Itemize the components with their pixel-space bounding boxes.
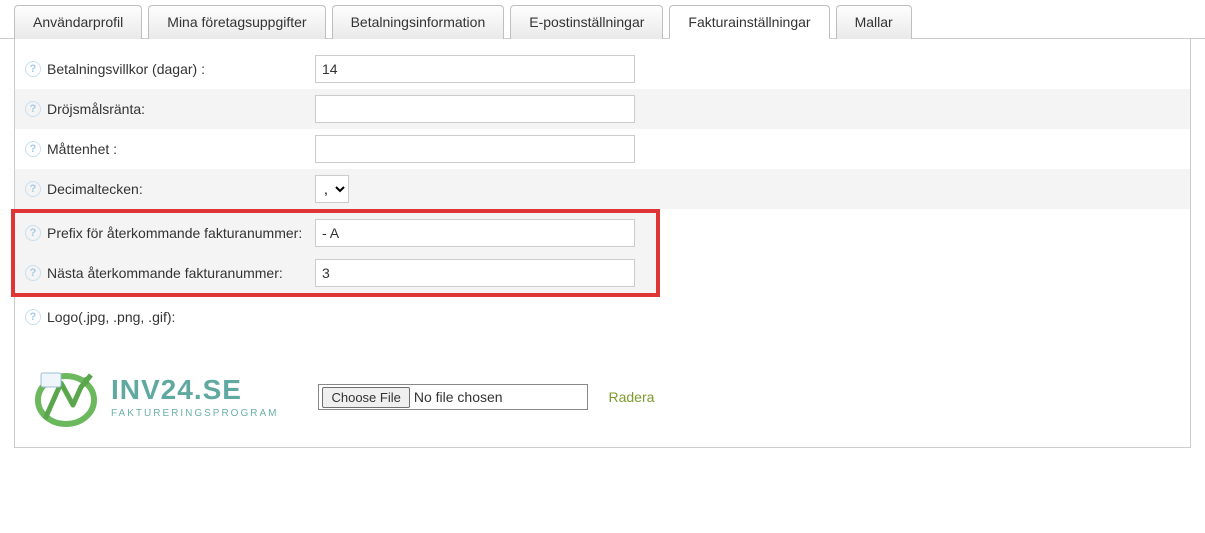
input-payment-terms[interactable] xyxy=(315,55,635,83)
row-logo-label: ? Logo(.jpg, .png, .gif): xyxy=(15,297,1190,337)
row-prefix: ? Prefix för återkommande fakturanummer: xyxy=(15,213,656,253)
help-icon[interactable]: ? xyxy=(25,181,41,197)
input-next-number[interactable] xyxy=(315,259,635,287)
input-unit[interactable] xyxy=(315,135,635,163)
tab-invoice-settings[interactable]: Fakturainställningar xyxy=(669,5,829,39)
row-next-number: ? Nästa återkommande fakturanummer: xyxy=(15,253,656,293)
tab-email-settings[interactable]: E-postinställningar xyxy=(510,5,663,39)
choose-file-button[interactable]: Choose File xyxy=(322,387,409,408)
label-logo: Logo(.jpg, .png, .gif): xyxy=(47,308,315,326)
logo-preview: INV24.SE FAKTURERINGSPROGRAM xyxy=(31,367,278,427)
tabs-bar: Användarprofil Mina företagsuppgifter Be… xyxy=(0,0,1205,39)
help-icon[interactable]: ? xyxy=(25,225,41,241)
label-next-number: Nästa återkommande fakturanummer: xyxy=(47,264,315,282)
logo-subtitle: FAKTURERINGSPROGRAM xyxy=(111,408,278,419)
select-decimal-separator[interactable]: , xyxy=(315,175,349,203)
row-decimal-separator: ? Decimaltecken: , xyxy=(15,169,1190,209)
label-payment-terms: Betalningsvillkor (dagar) : xyxy=(47,60,315,78)
highlighted-section: ? Prefix för återkommande fakturanummer:… xyxy=(11,209,660,297)
file-input-widget[interactable]: Choose File No file chosen xyxy=(318,384,588,410)
help-icon[interactable]: ? xyxy=(25,265,41,281)
label-decimal-separator: Decimaltecken: xyxy=(47,180,315,198)
form-panel: ? Betalningsvillkor (dagar) : ? Dröjsmål… xyxy=(14,39,1191,448)
file-status-text: No file chosen xyxy=(414,389,513,405)
label-prefix: Prefix för återkommande fakturanummer: xyxy=(47,224,315,242)
row-payment-terms: ? Betalningsvillkor (dagar) : xyxy=(15,49,1190,89)
tab-templates[interactable]: Mallar xyxy=(836,5,912,39)
row-unit: ? Måttenhet : xyxy=(15,129,1190,169)
row-late-interest: ? Dröjsmålsränta: xyxy=(15,89,1190,129)
input-prefix[interactable] xyxy=(315,219,635,247)
help-icon[interactable]: ? xyxy=(25,309,41,325)
delete-logo-link[interactable]: Radera xyxy=(608,389,654,405)
label-unit: Måttenhet : xyxy=(47,140,315,158)
input-late-interest[interactable] xyxy=(315,95,635,123)
tab-company-info[interactable]: Mina företagsuppgifter xyxy=(148,5,325,39)
help-icon[interactable]: ? xyxy=(25,101,41,117)
logo-title: INV24.SE xyxy=(111,376,278,404)
tab-user-profile[interactable]: Användarprofil xyxy=(14,5,142,39)
label-late-interest: Dröjsmålsränta: xyxy=(47,100,315,118)
tab-payment-info[interactable]: Betalningsinformation xyxy=(332,5,505,39)
row-logo-upload: INV24.SE FAKTURERINGSPROGRAM Choose File… xyxy=(15,337,1190,437)
help-icon[interactable]: ? xyxy=(25,141,41,157)
help-icon[interactable]: ? xyxy=(25,61,41,77)
logo-icon xyxy=(31,367,101,427)
